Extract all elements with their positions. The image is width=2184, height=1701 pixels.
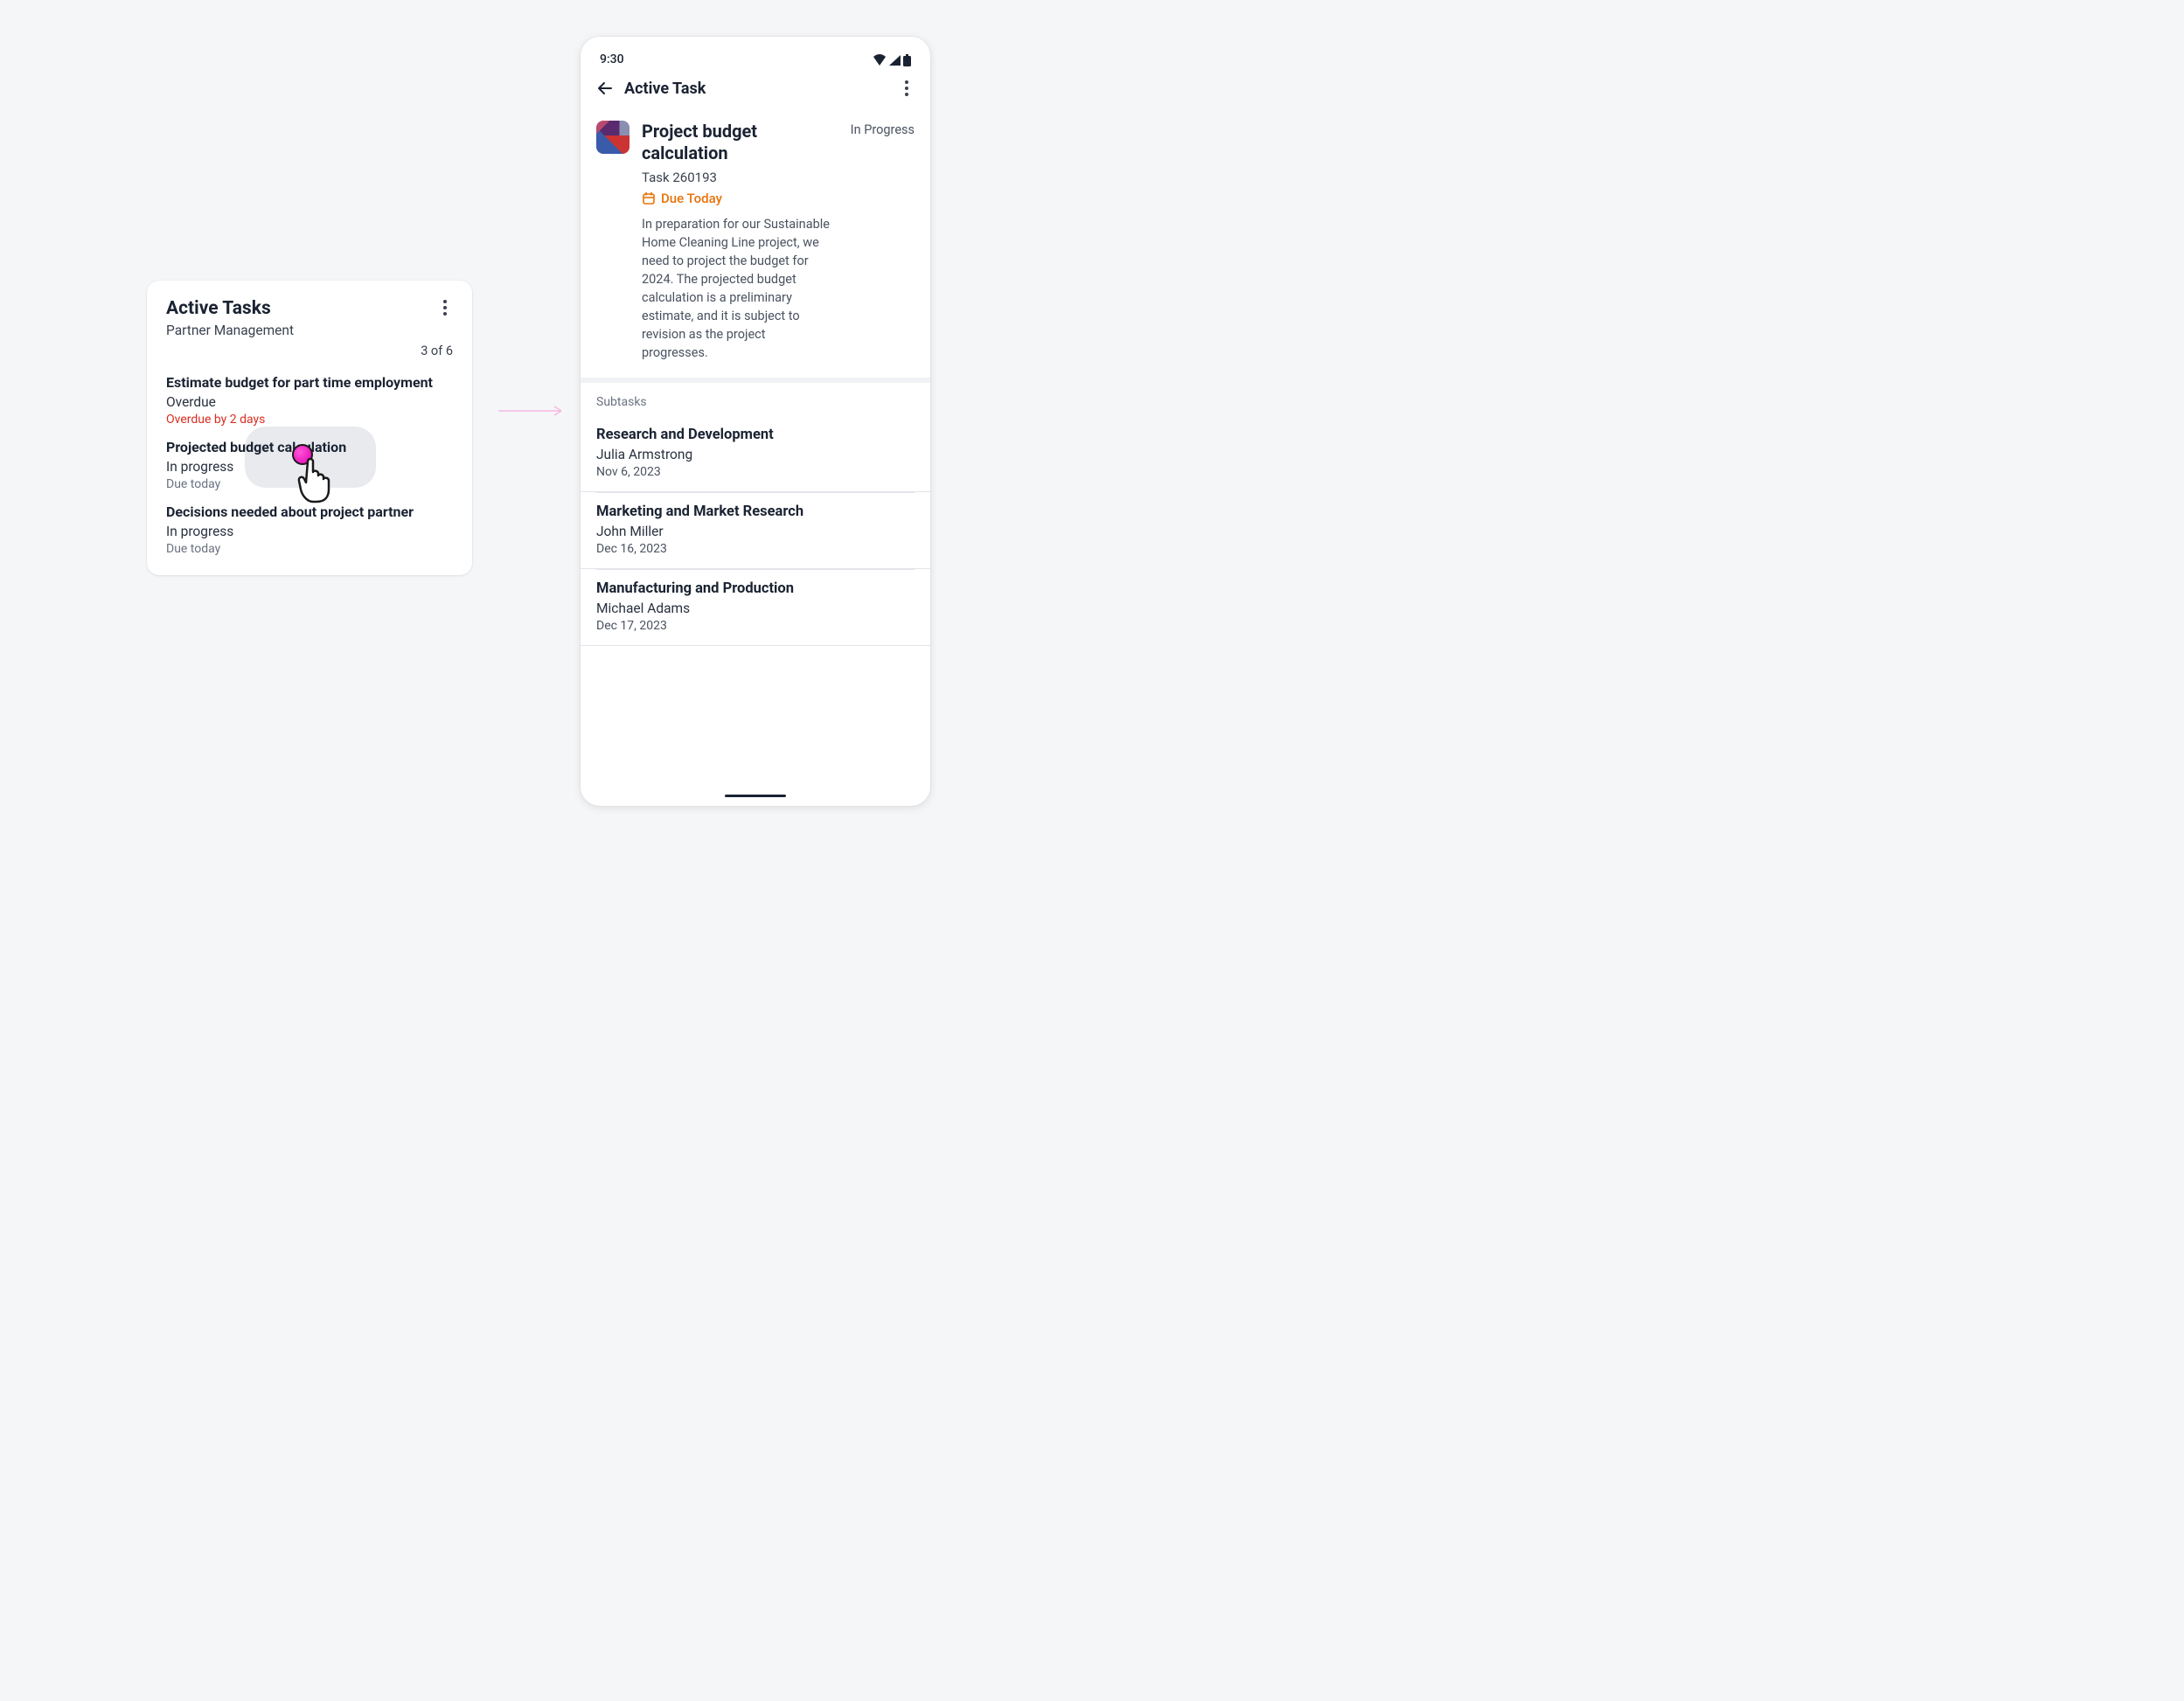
home-indicator[interactable] — [725, 795, 786, 797]
wifi-icon — [873, 54, 887, 66]
more-icon[interactable] — [899, 79, 915, 98]
subtask-owner: Julia Armstrong — [596, 447, 915, 462]
detail-title: Project budget calculation — [642, 121, 790, 164]
task-detail: Project budget calculation In Progress T… — [581, 108, 930, 383]
signal-icon — [888, 54, 901, 66]
task-id: Task 260193 — [642, 170, 915, 185]
subtask-owner: John Miller — [596, 524, 915, 539]
task-row[interactable]: Projected budget calculation In progress… — [166, 439, 453, 491]
due-label: Due Today — [661, 191, 722, 206]
active-tasks-card: Active Tasks Partner Management 3 of 6 E… — [147, 281, 472, 575]
subtask-row[interactable]: Research and Development Julia Armstrong… — [581, 416, 930, 492]
subtask-date: Dec 17, 2023 — [596, 619, 915, 633]
card-title: Active Tasks — [166, 298, 294, 319]
battery-icon — [903, 54, 911, 66]
task-due: Due today — [166, 542, 453, 556]
subtask-owner: Michael Adams — [596, 601, 915, 616]
arrow-left-icon — [596, 80, 614, 97]
task-status: In progress — [166, 524, 453, 539]
more-icon[interactable] — [437, 298, 453, 317]
subtask-title: Marketing and Market Research — [596, 503, 915, 520]
subtasks-heading: Subtasks — [581, 383, 930, 416]
task-row[interactable]: Decisions needed about project partner I… — [166, 503, 453, 556]
calendar-icon — [642, 191, 656, 205]
subtask-row[interactable]: Manufacturing and Production Michael Ada… — [581, 570, 930, 646]
appbar-title: Active Task — [624, 80, 899, 98]
task-due: Overdue by 2 days — [166, 413, 453, 427]
task-row[interactable]: Estimate budget for part time employment… — [166, 374, 453, 427]
subtask-title: Research and Development — [596, 427, 915, 443]
task-title: Decisions needed about project partner — [166, 503, 453, 520]
subtask-date: Dec 16, 2023 — [596, 542, 915, 556]
detail-status: In Progress — [851, 122, 915, 137]
subtask-date: Nov 6, 2023 — [596, 465, 915, 479]
app-bar: Active Task — [581, 68, 930, 108]
task-status: Overdue — [166, 394, 453, 410]
status-bar: 9:30 — [581, 37, 930, 68]
task-status: In progress — [166, 459, 453, 475]
subtask-row[interactable]: Marketing and Market Research John Mille… — [581, 493, 930, 569]
detail-description: In preparation for our Sustainable Home … — [642, 215, 834, 362]
due-row: Due Today — [642, 191, 915, 206]
task-title: Projected budget calculation — [166, 439, 453, 455]
phone-frame: 9:30 Active Task Project budget calculat… — [581, 37, 930, 806]
task-title: Estimate budget for part time employment — [166, 374, 453, 391]
task-due: Due today — [166, 477, 453, 491]
task-count: 3 of 6 — [421, 344, 453, 358]
subtask-title: Manufacturing and Production — [596, 580, 915, 597]
back-button[interactable] — [593, 76, 617, 101]
status-time: 9:30 — [600, 52, 624, 66]
arrow-right-icon — [498, 402, 568, 420]
card-subtitle: Partner Management — [166, 323, 294, 338]
task-thumbnail — [596, 121, 629, 154]
